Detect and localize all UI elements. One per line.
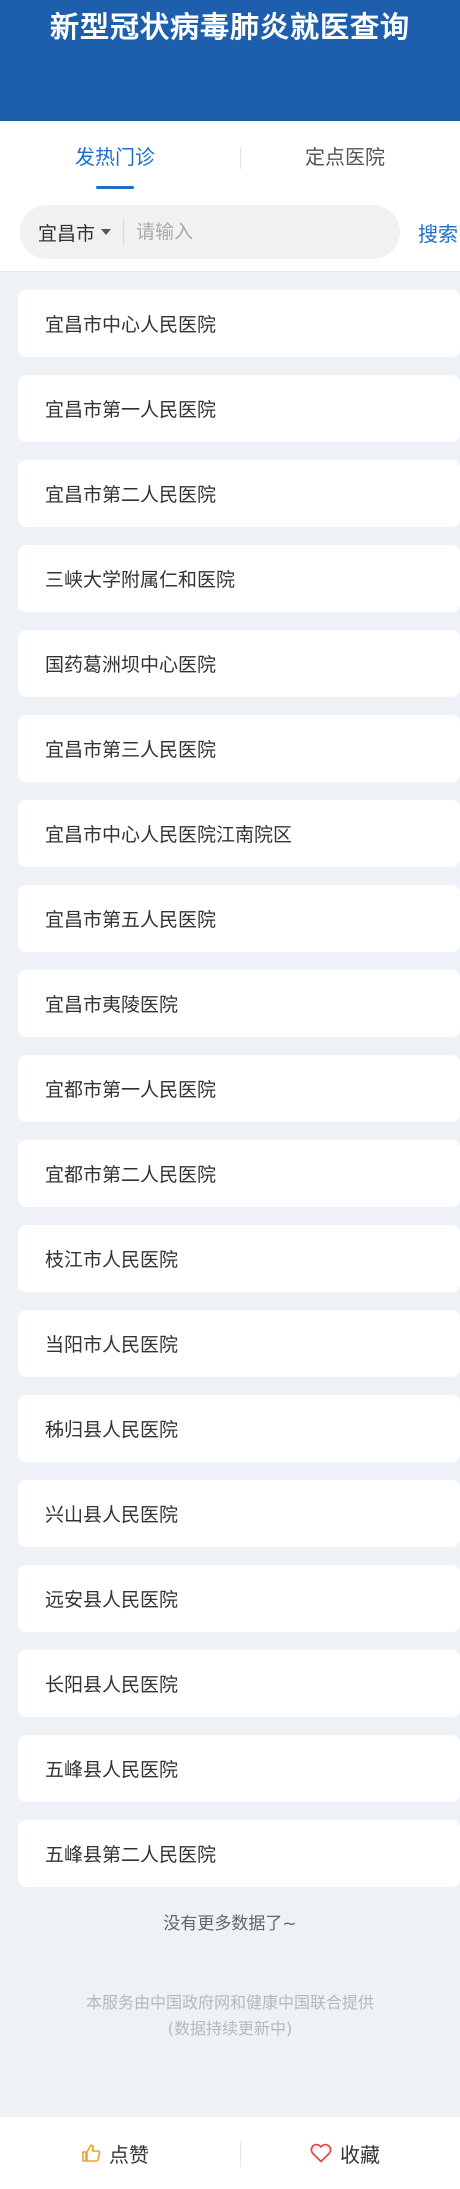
hospital-list-item[interactable]: 兴山县人民医院	[18, 1480, 460, 1547]
source-note-line1: 本服务由中国政府网和健康中国联合提供	[85, 1993, 374, 2012]
city-select-label: 宜昌市	[38, 222, 96, 245]
hospital-name: 长阳县人民医院	[45, 1674, 179, 1696]
like-button[interactable]: 点赞	[0, 2139, 230, 2168]
hospital-list: 宜昌市中心人民医院 宜昌市第一人民医院 宜昌市第二人民医院 三峡大学附属仁和医院 国药葛…	[0, 272, 460, 1887]
tab-bar: 发热门诊 定点医院	[0, 121, 460, 193]
hospital-name: 国药葛洲坝中心医院	[45, 654, 217, 676]
hospital-name: 宜都市第二人民医院	[45, 1164, 217, 1186]
hospital-list-item[interactable]: 宜昌市第五人民医院	[18, 885, 460, 952]
page-header: 新型冠状病毒肺炎就医查询	[0, 0, 460, 121]
favorite-button[interactable]: 收藏	[230, 2139, 460, 2168]
hospital-name: 当阳市人民医院	[45, 1334, 179, 1356]
hospital-list-item[interactable]: 当阳市人民医院	[18, 1310, 460, 1377]
hospital-list-item[interactable]: 宜昌市中心人民医院	[18, 290, 460, 357]
hospital-list-item[interactable]: 长阳县人民医院	[18, 1650, 460, 1717]
hospital-name: 枝江市人民医院	[45, 1249, 179, 1271]
hospital-list-item[interactable]: 宜昌市夷陵医院	[18, 970, 460, 1037]
hospital-name: 宜昌市第二人民医院	[45, 484, 217, 506]
hospital-name: 五峰县人民医院	[45, 1759, 179, 1781]
hospital-name: 五峰县第二人民医院	[45, 1844, 217, 1866]
hospital-list-item[interactable]: 枝江市人民医院	[18, 1225, 460, 1292]
hospital-list-item[interactable]: 宜昌市第一人民医院	[18, 375, 460, 442]
hospital-list-item[interactable]: 宜都市第二人民医院	[18, 1140, 460, 1207]
hospital-name: 兴山县人民医院	[45, 1504, 179, 1526]
hospital-list-item[interactable]: 秭归县人民医院	[18, 1395, 460, 1462]
hospital-list-item[interactable]: 五峰县第二人民医院	[18, 1820, 460, 1887]
search-button[interactable]: 搜索	[418, 218, 458, 247]
hospital-name: 宜都市第一人民医院	[45, 1079, 217, 1101]
favorite-label: 收藏	[340, 2142, 380, 2167]
source-note-line2: (数据持续更新中)	[167, 2019, 293, 2038]
hospital-name: 三峡大学附属仁和医院	[45, 569, 236, 591]
hospital-list-item[interactable]: 宜昌市中心人民医院江南院区	[18, 800, 460, 867]
search-box: 宜昌市	[20, 205, 400, 259]
hospital-name: 宜昌市第三人民医院	[45, 739, 217, 761]
bottom-bar: 点赞 收藏	[0, 2117, 460, 2189]
bottom-divider	[240, 2141, 241, 2167]
hospital-name: 秭归县人民医院	[45, 1419, 179, 1441]
hospital-list-item[interactable]: 三峡大学附属仁和医院	[18, 545, 460, 612]
thumbs-up-icon	[82, 2144, 101, 2162]
hospital-list-item[interactable]: 远安县人民医院	[18, 1565, 460, 1632]
hospital-name: 宜昌市第一人民医院	[45, 399, 217, 421]
no-more-text: 没有更多数据了~	[163, 1914, 297, 1934]
tab-designated-hospital[interactable]: 定点医院	[230, 121, 460, 193]
hospital-list-item[interactable]: 宜昌市第二人民医院	[18, 460, 460, 527]
hospital-name: 宜昌市中心人民医院	[45, 314, 217, 336]
caret-down-icon	[101, 229, 112, 235]
page-title: 新型冠状病毒肺炎就医查询	[49, 10, 410, 44]
hospital-list-item[interactable]: 五峰县人民医院	[18, 1735, 460, 1802]
source-note: 本服务由中国政府网和健康中国联合提供 (数据持续更新中)	[0, 1990, 460, 2042]
search-row: 宜昌市 搜索	[0, 193, 460, 272]
search-input[interactable]	[136, 221, 387, 243]
tab-fever-clinic[interactable]: 发热门诊	[0, 121, 230, 193]
hospital-name: 宜昌市第五人民医院	[45, 909, 217, 931]
like-label: 点赞	[109, 2142, 149, 2167]
hospital-name: 宜昌市中心人民医院江南院区	[45, 824, 293, 846]
hospital-list-item[interactable]: 宜都市第一人民医院	[18, 1055, 460, 1122]
heart-icon	[310, 2143, 332, 2163]
hospital-name: 远安县人民医院	[45, 1589, 179, 1611]
hospital-list-item[interactable]: 国药葛洲坝中心医院	[18, 630, 460, 697]
hospital-list-item[interactable]: 宜昌市第三人民医院	[18, 715, 460, 782]
city-select[interactable]: 宜昌市	[38, 219, 125, 245]
hospital-name: 宜昌市夷陵医院	[45, 994, 179, 1016]
